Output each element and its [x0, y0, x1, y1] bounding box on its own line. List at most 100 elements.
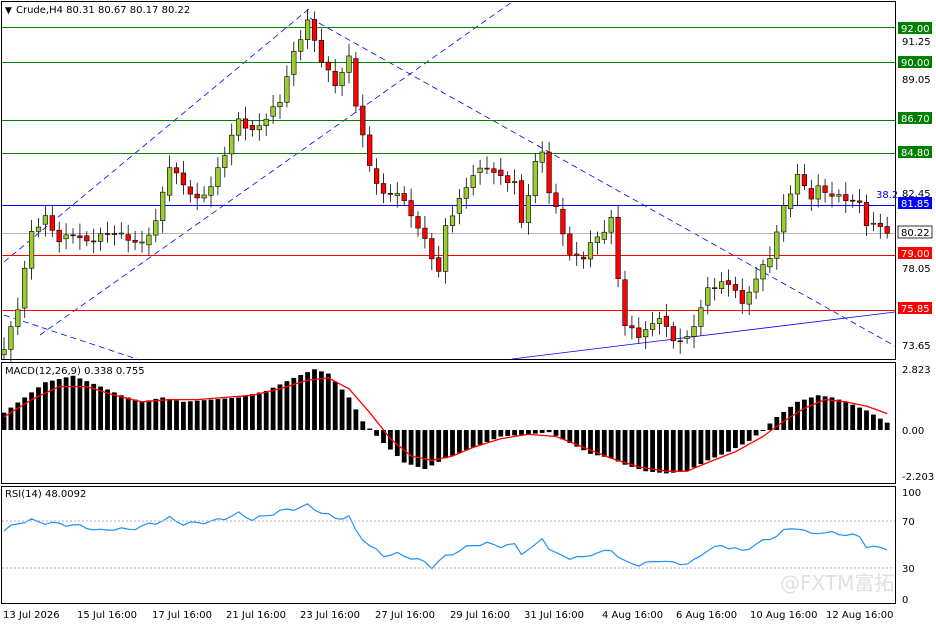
candle — [718, 272, 725, 294]
macd-bar — [139, 401, 145, 430]
macd-bar — [63, 377, 69, 430]
time-label: 13 Jul 2026 — [3, 610, 60, 621]
time-axis: 13 Jul 2026 15 Jul 16:00 17 Jul 16:00 21… — [3, 610, 893, 621]
svg-text:75.85: 75.85 — [901, 304, 930, 315]
price-axis-label: 89.05 — [902, 75, 931, 86]
candle — [774, 225, 780, 270]
time-label: 23 Jul 16:00 — [300, 610, 360, 621]
macd-bar — [181, 401, 186, 430]
time-label: 10 Aug 16:00 — [750, 610, 817, 621]
rising-trendline — [511, 311, 896, 360]
candle — [470, 164, 476, 196]
macd-bar — [187, 401, 193, 430]
candle — [22, 260, 28, 318]
macd-bar — [884, 422, 890, 430]
candle — [415, 211, 421, 237]
candle — [77, 223, 83, 250]
candle — [636, 317, 642, 344]
candle — [8, 321, 14, 362]
level-tag-75-85: 75.85 — [898, 302, 932, 315]
macd-bar — [836, 399, 842, 430]
svg-text:81.85: 81.85 — [901, 199, 930, 210]
candle — [408, 188, 414, 228]
macd-bar — [215, 399, 221, 430]
candle — [477, 159, 483, 185]
candle — [298, 30, 304, 61]
candle — [808, 179, 814, 212]
macd-bar — [877, 418, 883, 430]
macd-bar — [443, 430, 448, 459]
macd-bar — [346, 397, 352, 430]
candle — [615, 205, 621, 288]
macd-bar — [408, 430, 414, 465]
macd-bar — [91, 383, 97, 430]
svg-text:86.70: 86.70 — [901, 114, 930, 125]
macd-bar — [367, 428, 373, 430]
time-label: 31 Jul 16:00 — [524, 610, 584, 621]
svg-text:80.22: 80.22 — [901, 228, 930, 239]
candle — [311, 11, 318, 53]
macd-bar — [132, 399, 138, 430]
macd-bar — [843, 401, 849, 430]
candles — [1, 9, 890, 362]
candle — [698, 299, 704, 336]
macd-bar — [49, 380, 55, 430]
candle — [236, 112, 242, 142]
macd-bar — [705, 430, 711, 461]
candle — [580, 251, 587, 269]
time-label: 29 Jul 16:00 — [450, 610, 510, 621]
level-tag-84-80: 84.80 — [898, 146, 932, 159]
chart-menu-arrow-icon[interactable]: ▼ — [5, 6, 12, 16]
candle — [42, 205, 48, 237]
candle — [263, 113, 269, 137]
macd-bar — [70, 375, 76, 430]
candle — [70, 228, 76, 244]
candle — [553, 183, 559, 214]
candle — [49, 205, 55, 238]
candle — [118, 222, 124, 240]
macd-bar — [29, 392, 34, 430]
watermark: @FXTM富拓 — [780, 571, 894, 595]
candle — [222, 146, 228, 178]
svg-text:92.00: 92.00 — [901, 24, 930, 35]
candle — [346, 43, 352, 84]
candle — [208, 176, 214, 208]
macd-axis-label: -2.203 — [902, 472, 934, 483]
rsi-axis-label: 0 — [902, 595, 908, 606]
candle — [318, 28, 325, 68]
macd-bar — [615, 430, 621, 462]
candle — [684, 330, 690, 344]
macd-bar — [753, 430, 759, 436]
chart-area[interactable]: ▼ Crude,H4 80.31 80.67 80.17 80.22 38.2 … — [0, 0, 936, 624]
candle — [360, 94, 366, 148]
candle — [739, 278, 745, 314]
candle — [760, 259, 766, 292]
candle — [304, 9, 311, 49]
candle — [587, 230, 594, 268]
macd-bar — [160, 397, 166, 430]
candle — [63, 223, 69, 250]
candle — [353, 51, 359, 113]
macd-bar — [822, 396, 828, 430]
price-axis-label: 78.05 — [902, 264, 931, 275]
macd-bar — [250, 394, 255, 430]
macd-bar — [319, 371, 324, 430]
macd-bar — [229, 397, 235, 430]
macd-bar — [118, 395, 124, 430]
time-label: 21 Jul 16:00 — [226, 610, 286, 621]
macd-bar — [608, 430, 614, 459]
time-label: 12 Aug 16:00 — [826, 610, 893, 621]
macd-bar — [477, 430, 483, 445]
macd-bar — [698, 430, 704, 464]
macd-bar — [643, 430, 649, 472]
candle — [732, 276, 738, 299]
candle — [291, 41, 297, 87]
macd-bar — [208, 399, 214, 430]
macd-bar — [125, 397, 131, 430]
candle — [332, 59, 338, 94]
candle — [539, 141, 545, 173]
macd-bar — [650, 430, 655, 472]
macd-bar — [256, 392, 262, 430]
candle — [801, 164, 807, 191]
candle — [484, 156, 490, 174]
